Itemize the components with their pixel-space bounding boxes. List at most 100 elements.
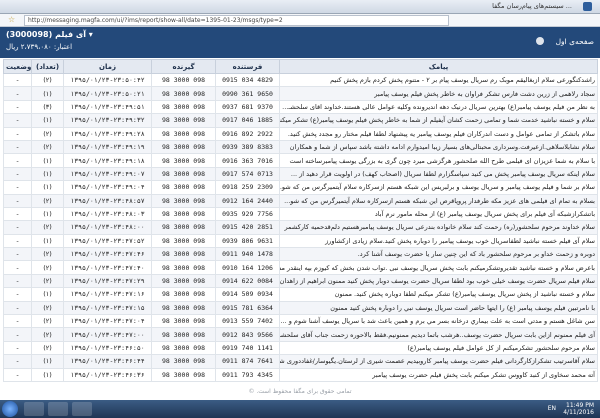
table-row[interactable]: - (۱) ۱۳۹۵/۰۱/۲۳-۲۳:۴۶:۳۶ 98 3000 098 0911 7…: [3, 367, 598, 382]
taskbar-firefox-icon[interactable]: [72, 402, 92, 416]
table-row[interactable]: - (۱) ۱۳۹۵/۰۱/۲۳-۲۳:۴۶:۴۴ 98 3000 098 0911 8…: [3, 354, 598, 369]
cell-receiver: 98 3000 098: [151, 126, 216, 141]
cell-message: سن شاغل هستم و مدتي است به علت بيماري در…: [279, 314, 598, 329]
cell-count: (۲): [31, 260, 64, 275]
cell-time: ۱۳۹۵/۰۱/۲۳-۲۳:۴۷:۴۰: [63, 260, 152, 275]
app-header: آی فیلم (3000098) ▾ اعتبار: ۲،۷۳۹،۰۸۰ ری…: [0, 27, 600, 58]
home-icon[interactable]: [536, 37, 544, 45]
cell-time: ۱۳۹۵/۰۱/۲۳-۲۳:۴۹:۲۸: [63, 126, 152, 141]
cell-time: ۱۳۹۵/۰۱/۲۳-۲۳:۴۹:۳۲: [63, 113, 152, 128]
cell-status: -: [3, 153, 32, 168]
table-row[interactable]: - (۲) ۱۳۹۵/۰۱/۲۳-۲۳:۴۷:۲۹ 98 3000 098 0914 6…: [3, 273, 598, 289]
table-row[interactable]: - (۲) ۱۳۹۵/۰۱/۲۳-۲۳:۴۹:۱۹ 98 3000 098 0939 3…: [3, 139, 598, 155]
column-header-receiver[interactable]: گیرنده: [151, 59, 216, 74]
browser-titlebar: ... سیستم‌های پیام‌رسان مگفا: [0, 0, 600, 14]
column-header-sender[interactable]: فرستنده: [215, 59, 280, 74]
cell-sender: 0917 046 1885: [215, 113, 280, 128]
cell-count: (۱): [31, 287, 64, 302]
table-row[interactable]: - (۲) ۱۳۹۵/۰۱/۲۳-۲۳:۴۷:۰۴ 98 3000 098 0913 5…: [3, 314, 598, 329]
cell-count: (۱): [31, 354, 64, 369]
cell-time: ۱۳۹۵/۰۱/۲۳-۲۳:۴۷:۰۰: [63, 327, 152, 342]
cell-status: -: [3, 139, 32, 155]
table-row[interactable]: - (۱) ۱۳۹۵/۰۱/۲۳-۲۳:۴۹:۰۷ 98 3000 098 0917 5…: [3, 166, 598, 182]
system-clock[interactable]: 11:49 PM 4/11/2016: [563, 402, 594, 416]
column-header-message[interactable]: پیامک: [279, 59, 598, 74]
cell-receiver: 98 3000 098: [151, 86, 216, 101]
cell-time: ۱۳۹۵/۰۱/۲۳-۲۳:۴۷:۱۵: [63, 300, 152, 316]
cell-sender: 0911 793 4345: [215, 367, 280, 382]
cell-message: سلام اینکه سریال یوسف پیامبر پخش می کنید…: [279, 166, 598, 182]
cell-count: (۲): [31, 300, 64, 316]
cell-receiver: 98 3000 098: [151, 99, 216, 115]
table-row[interactable]: - (۲) ۱۳۹۵/۰۱/۲۳-۲۳:۴۸:۰۰ 98 3000 098 0915 4…: [3, 220, 598, 235]
taskbar-explorer-icon[interactable]: [24, 402, 44, 416]
table-row[interactable]: - (۱) ۱۳۹۵/۰۱/۲۳-۲۳:۴۹:۰۴ 98 3000 098 0918 2…: [3, 180, 598, 195]
column-header-status[interactable]: وضعیت: [3, 59, 32, 74]
address-bar: ☆ http://messaging.magfa.com/ui/?ims/rep…: [0, 14, 600, 27]
cell-receiver: 98 3000 098: [151, 354, 216, 369]
url-input[interactable]: http://messaging.magfa.com/ui/?ims/repor…: [24, 15, 449, 26]
start-button-icon[interactable]: [2, 401, 18, 417]
table-row[interactable]: - (۱) ۱۳۹۵/۰۱/۲۳-۲۳:۴۷:۱۶ 98 3000 098 0914 5…: [3, 287, 598, 302]
cell-status: -: [3, 113, 32, 128]
table-row[interactable]: - (۱) ۱۳۹۵/۰۱/۲۳-۲۳:۴۷:۵۲ 98 3000 098 0939 8…: [3, 233, 598, 249]
cell-status: -: [3, 72, 32, 88]
cell-time: ۱۳۹۵/۰۱/۲۳-۲۳:۵۰:۴۲: [63, 72, 152, 88]
home-link[interactable]: صفحه‌ی اول: [556, 37, 594, 46]
cell-count: (۲): [31, 72, 64, 88]
table-row[interactable]: - (۱) ۱۳۹۵/۰۱/۲۳-۲۳:۴۹:۳۲ 98 3000 098 0917 0…: [3, 113, 598, 128]
table-row[interactable]: - (۲) ۱۳۹۵/۰۱/۲۳-۲۳:۴۷:۴۰ 98 3000 098 0910 1…: [3, 260, 598, 275]
table-row[interactable]: - (۱) ۱۳۹۵/۰۱/۲۳-۲۳:۴۹:۱۸ 98 3000 098 0916 3…: [3, 153, 598, 168]
table-row[interactable]: - (۱) ۱۳۹۵/۰۱/۲۳-۲۳:۵۰:۲۱ 98 3000 098 0990 3…: [3, 86, 598, 101]
column-header-time[interactable]: زمان: [63, 59, 152, 74]
table-row[interactable]: - (۲) ۱۳۹۵/۰۱/۲۳-۲۳:۵۰:۴۲ 98 3000 098 0915 0…: [3, 72, 598, 88]
cell-sender: 0911 940 1478: [215, 247, 280, 262]
table-row[interactable]: - (۳) ۱۳۹۵/۰۱/۲۳-۲۳:۴۹:۵۱ 98 3000 098 0937 6…: [3, 99, 598, 115]
table-row[interactable]: - (۲) ۱۳۹۵/۰۱/۲۳-۲۳:۴۷:۰۰ 98 3000 098 0912 8…: [3, 327, 598, 342]
cell-message: سلام نشابلاسلاهی.ازعیرفت.وسرداری محبتالی…: [279, 139, 598, 155]
cell-sender: 0919 740 1141: [215, 340, 280, 356]
browser-tab-title[interactable]: ... سیستم‌های پیام‌رسان مگفا: [492, 2, 572, 10]
cell-sender: 0913 559 7402: [215, 314, 280, 329]
cell-count: (۲): [31, 314, 64, 329]
cell-message: سلام بر شما و فیلم یوسف پیامبر و سریال ی…: [279, 180, 598, 195]
cell-status: -: [3, 340, 32, 356]
cell-status: -: [3, 247, 32, 262]
cell-receiver: 98 3000 098: [151, 193, 216, 208]
cell-message: سلام فیلم سریال حضرت یوسف خیلی خوب بود ل…: [279, 273, 598, 289]
clock-date: 4/11/2016: [563, 409, 594, 416]
column-header-count[interactable]: (تعداد): [31, 59, 64, 74]
table-row[interactable]: - (۲) ۱۳۹۵/۰۱/۲۳-۲۳:۴۶:۵۰ 98 3000 098 0919 7…: [3, 340, 598, 356]
messages-table: وضعیت (تعداد) زمان گیرنده فرستنده پیامک …: [3, 59, 598, 382]
cell-receiver: 98 3000 098: [151, 220, 216, 235]
cell-count: (۱): [31, 86, 64, 101]
cell-sender: 0912 843 9566: [215, 327, 280, 342]
cell-receiver: 98 3000 098: [151, 327, 216, 342]
cell-message: سلام آی فیلم خسته نباشید لطفاسریال خوب ی…: [279, 233, 598, 249]
cell-receiver: 98 3000 098: [151, 247, 216, 262]
cell-receiver: 98 3000 098: [151, 287, 216, 302]
cell-status: -: [3, 220, 32, 235]
cell-sender: 0990 361 9650: [215, 86, 280, 101]
table-row[interactable]: - (۱) ۱۳۹۵/۰۱/۲۳-۲۳:۴۸:۰۳ 98 3000 098 0935 9…: [3, 206, 598, 222]
cell-message: سلام باتشکر از تمامی عوامل و دست اندرکار…: [279, 126, 598, 141]
bookmark-star-icon[interactable]: ☆: [8, 15, 15, 24]
table-row[interactable]: - (۲) ۱۳۹۵/۰۱/۲۳-۲۳:۴۸:۵۷ 98 3000 098 0912 1…: [3, 193, 598, 208]
table-row[interactable]: - (۲) ۱۳۹۵/۰۱/۲۳-۲۳:۴۷:۱۵ 98 3000 098 0915 7…: [3, 300, 598, 316]
cell-time: ۱۳۹۵/۰۱/۲۳-۲۳:۴۶:۳۶: [63, 367, 152, 382]
cell-time: ۱۳۹۵/۰۱/۲۳-۲۳:۴۹:۰۷: [63, 166, 152, 182]
cell-count: (۲): [31, 247, 64, 262]
cell-status: -: [3, 314, 32, 329]
cell-message: باتشکرازشبکه آی فیلم برای پخش سریال یوسف…: [279, 206, 598, 222]
language-indicator[interactable]: EN: [548, 405, 556, 412]
page-footer: تمامی حقوق برای مگفا محفوظ است. ©: [248, 388, 352, 395]
cell-status: -: [3, 193, 32, 208]
cell-sender: 0911 874 7641: [215, 354, 280, 369]
table-row[interactable]: - (۲) ۱۳۹۵/۰۱/۲۳-۲۳:۴۹:۲۸ 98 3000 098 0916 8…: [3, 126, 598, 141]
account-name[interactable]: آی فیلم (3000098) ▾: [6, 30, 93, 39]
cell-message: سلام آقاسرتیب تشکرازکارگردانی فیلم حضرت …: [279, 354, 598, 369]
taskbar-media-icon[interactable]: [48, 402, 68, 416]
cell-status: -: [3, 126, 32, 141]
table-row[interactable]: - (۲) ۱۳۹۵/۰۱/۲۳-۲۳:۴۷:۴۶ 98 3000 098 0911 9…: [3, 247, 598, 262]
cell-count: (۲): [31, 327, 64, 342]
